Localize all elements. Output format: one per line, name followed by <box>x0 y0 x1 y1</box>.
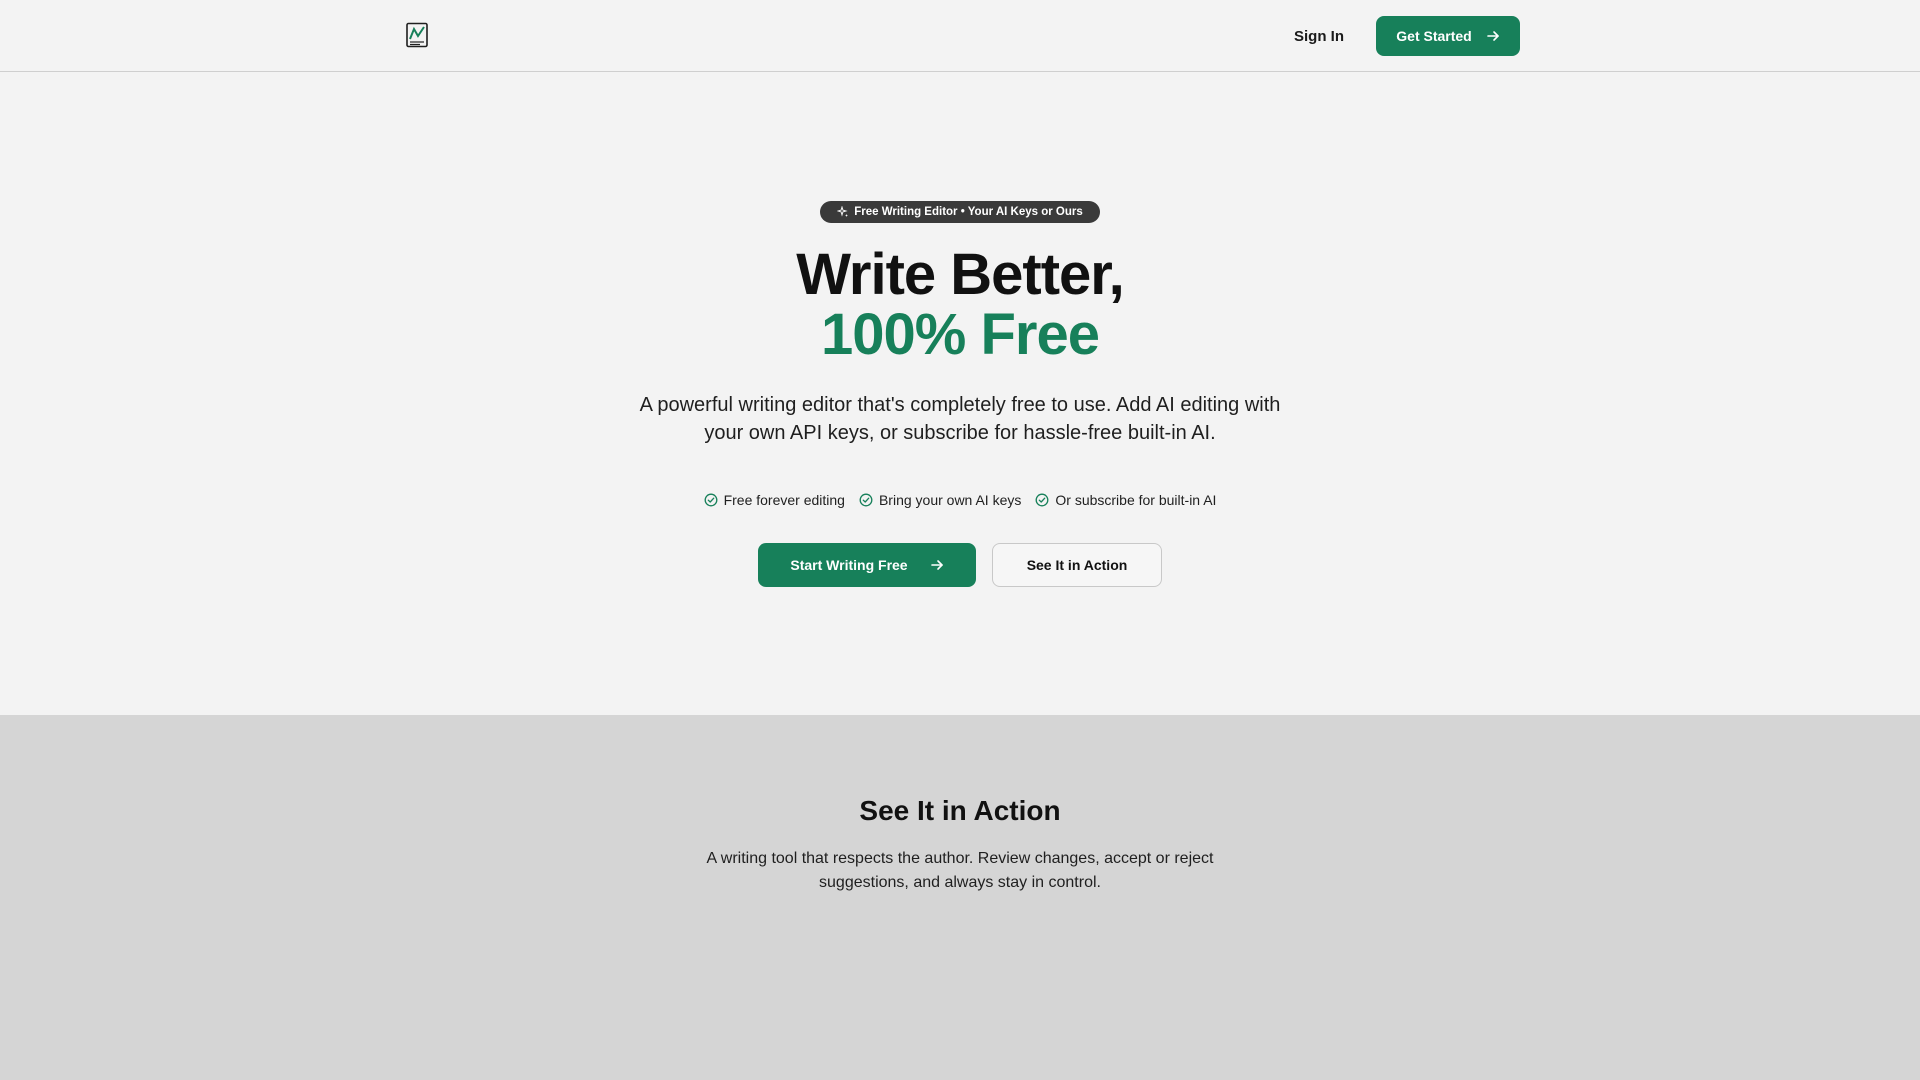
feature-item: Or subscribe for built-in AI <box>1035 492 1216 508</box>
get-started-label: Get Started <box>1396 28 1472 44</box>
feature-list: Free forever editing Bring your own AI k… <box>0 492 1920 508</box>
header-actions: Sign In Get Started <box>1294 16 1520 56</box>
hero-title-line-2: 100% Free <box>821 302 1100 367</box>
hero-subtitle: A powerful writing editor that's complet… <box>639 394 1281 444</box>
feature-label: Or subscribe for built-in AI <box>1055 492 1217 508</box>
sign-in-link[interactable]: Sign In <box>1294 28 1344 45</box>
feature-label: Free forever editing <box>723 492 845 508</box>
check-circle-icon <box>859 493 873 507</box>
start-writing-free-button[interactable]: Start Writing Free <box>758 543 976 587</box>
hero-badge-text: Free Writing Editor • Your AI Keys or Ou… <box>854 206 1083 218</box>
hero-badge: Free Writing Editor • Your AI Keys or Ou… <box>820 201 1100 223</box>
feature-label: Bring your own AI keys <box>878 492 1022 508</box>
see-it-in-action-section: See It in Action A writing tool that res… <box>0 715 1920 1080</box>
check-circle-icon <box>1035 493 1049 507</box>
see-it-in-action-button[interactable]: See It in Action <box>992 543 1162 587</box>
get-started-button[interactable]: Get Started <box>1376 16 1520 56</box>
hero-title-line-1: Write Better, <box>796 242 1125 307</box>
sparkle-icon <box>837 206 849 217</box>
section-title: See It in Action <box>859 795 1061 826</box>
hero-section: Free Writing Editor • Your AI Keys or Ou… <box>0 73 1920 715</box>
check-circle-icon <box>704 493 718 507</box>
top-navigation-bar: Sign In Get Started <box>0 0 1920 72</box>
hero-cta-row: Start Writing Free See It in Action <box>0 543 1920 587</box>
feature-item: Bring your own AI keys <box>859 492 1021 508</box>
arrow-right-icon <box>930 560 943 570</box>
start-writing-free-label: Start Writing Free <box>790 557 908 573</box>
arrow-right-icon <box>1486 31 1499 41</box>
section-subtitle: A writing tool that respects the author.… <box>706 850 1214 891</box>
document-chart-logo-icon[interactable] <box>405 22 429 48</box>
feature-item: Free forever editing <box>704 492 845 508</box>
